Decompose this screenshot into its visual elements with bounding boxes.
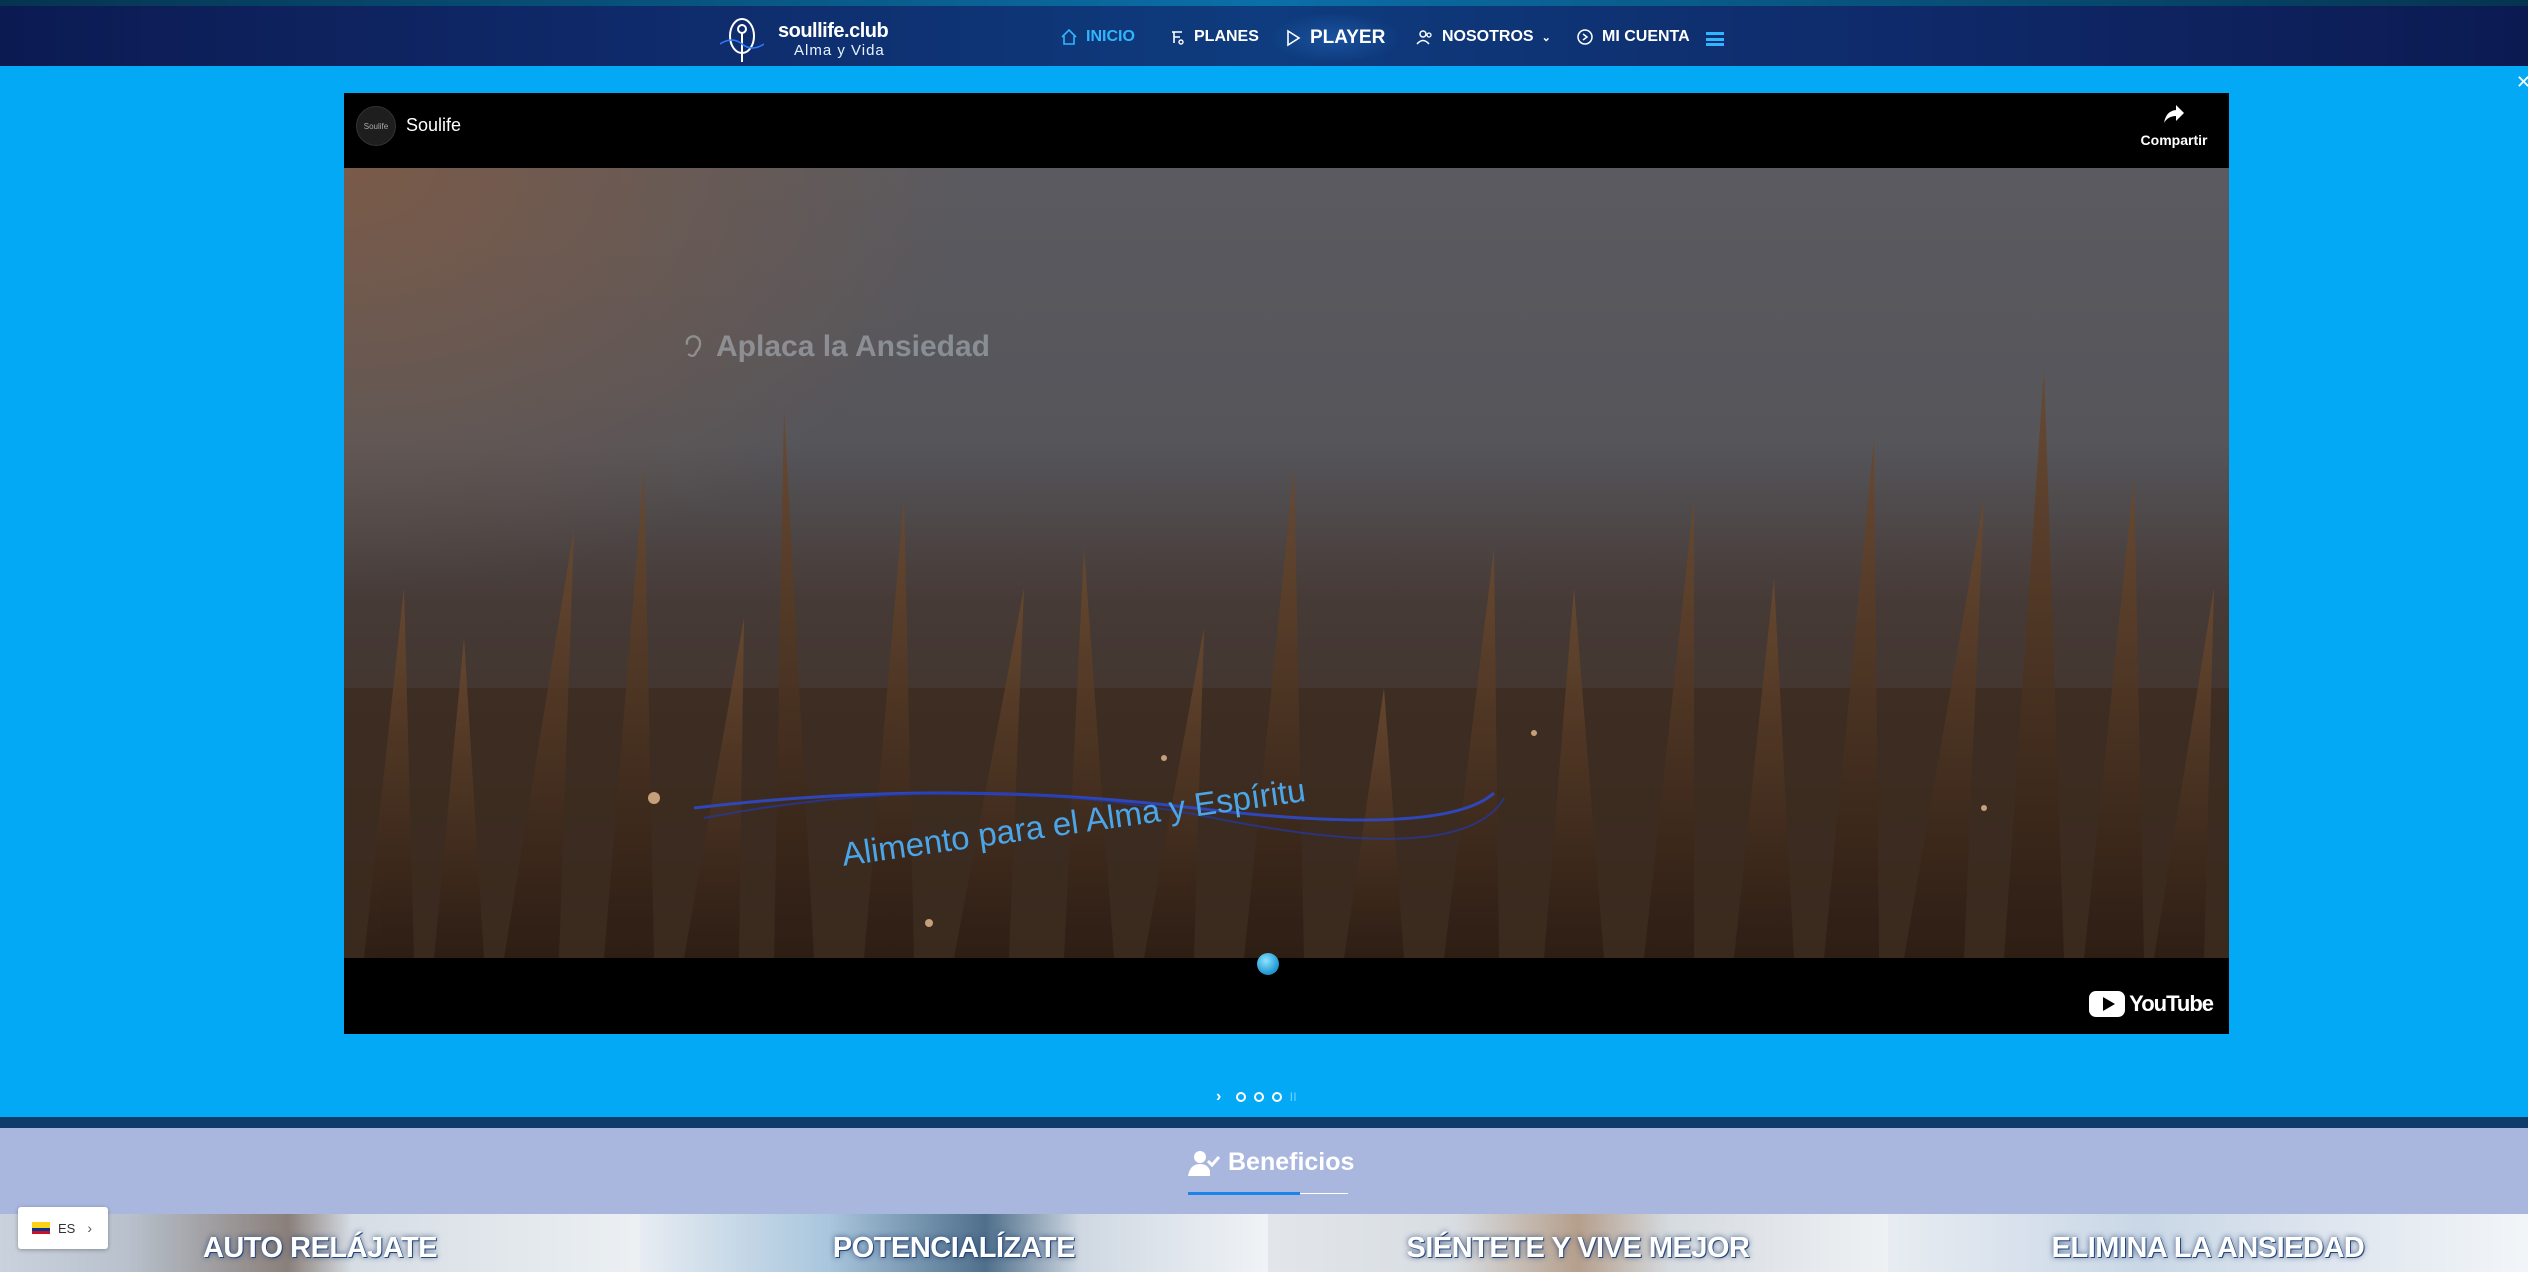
share-button[interactable]: Compartir (2139, 103, 2209, 148)
video-overlay-title-text: Aplaca la Ansiedad (716, 330, 990, 363)
slider-dot-1[interactable] (1236, 1092, 1246, 1102)
benefit-card-sientete[interactable]: SIÉNTETE Y VIVE MEJOR (1268, 1214, 1888, 1272)
benefits-title-text: Beneficios (1228, 1148, 1355, 1176)
youtube-video-embed[interactable]: Soulife Soulife Compartir Aplaca la Ansi… (344, 93, 2229, 1034)
nav-label-nosotros: NOSOTROS (1442, 28, 1534, 45)
nav-item-nosotros[interactable]: NOSOTROS ⌄ (1416, 22, 1551, 52)
close-icon[interactable]: ✕ (2516, 72, 2528, 93)
channel-name[interactable]: Soulife (406, 115, 461, 136)
hamburger-icon[interactable] (1706, 32, 1724, 46)
nav-item-inicio[interactable]: INICIO (1060, 22, 1135, 52)
nav-item-player[interactable]: PLAYER (1272, 14, 1398, 62)
nav-item-planes[interactable]: PLANES (1168, 22, 1259, 52)
benefits-underline-accent (1188, 1192, 1300, 1195)
benefit-card-label: ELIMINA LA ANSIEDAD (2051, 1232, 2365, 1264)
nav-item-mi-cuenta[interactable]: MI CUENTA (1576, 22, 1690, 52)
video-overlay-title: Aplaca la Ansiedad (680, 330, 990, 364)
youtube-logo[interactable]: YouTube (2089, 991, 2214, 1017)
benefit-cards: AUTO RELÁJATE POTENCIALÍZATE SIÉNTETE Y … (0, 1214, 2528, 1272)
language-switcher[interactable]: ES › (18, 1207, 108, 1249)
logo-mark-icon (720, 18, 764, 62)
benefit-card-label: POTENCIALÍZATE (832, 1232, 1076, 1264)
share-label: Compartir (2140, 132, 2208, 148)
music-icon (1172, 31, 1184, 45)
ear-icon (685, 335, 702, 358)
benefits-underline-rest (1300, 1193, 1348, 1194)
slider-pause-icon[interactable]: ll (1290, 1090, 1297, 1104)
video-controls-bar (344, 958, 2229, 1034)
share-icon (2164, 105, 2184, 123)
chevron-down-icon: ⌄ (1541, 31, 1551, 44)
benefits-title: Beneficios (1188, 1148, 1354, 1177)
benefit-card-potencializate[interactable]: POTENCIALÍZATE (640, 1214, 1268, 1272)
chevron-right-icon: › (87, 1220, 93, 1236)
user-check-icon (1188, 1150, 1220, 1176)
flag-icon (32, 1222, 50, 1234)
nav-label-player: PLAYER (1310, 27, 1386, 48)
logo-subtitle: Alma y Vida (794, 42, 885, 59)
slider-dot-3[interactable] (1272, 1092, 1282, 1102)
video-header: Soulife Soulife Compartir (344, 93, 2229, 168)
nav-label-planes: PLANES (1194, 28, 1259, 45)
nav-label-inicio: INICIO (1086, 28, 1135, 45)
channel-avatar[interactable]: Soulife (356, 106, 396, 146)
users-icon (1416, 30, 1432, 45)
home-icon (1061, 28, 1077, 45)
video-frame[interactable]: Aplaca la Ansiedad Alimento para el Alma… (344, 168, 2229, 958)
slider-dot-2[interactable] (1254, 1092, 1264, 1102)
logo-title: soullife.club (778, 20, 889, 42)
section-divider (0, 1117, 2528, 1128)
benefit-card-elimina-ansiedad[interactable]: ELIMINA LA ANSIEDAD (1888, 1214, 2528, 1272)
site-logo[interactable]: soullife.club Alma y Vida (712, 12, 932, 68)
benefit-card-label: SIÉNTETE Y VIVE MEJOR (1406, 1232, 1750, 1264)
grass-scene (344, 368, 2229, 958)
youtube-play-icon (2089, 991, 2126, 1017)
channel-avatar-text: Soulife (363, 121, 389, 131)
account-icon (1577, 29, 1593, 45)
nav-label-mi-cuenta: MI CUENTA (1602, 28, 1690, 45)
video-progress-scrubber[interactable] (1257, 953, 1279, 975)
play-icon (1287, 29, 1301, 47)
top-navigation-bar: soullife.club Alma y Vida INICIO PLANES … (0, 6, 2528, 66)
slider-next-icon[interactable]: › (1216, 1088, 1228, 1106)
youtube-label: YouTube (2129, 991, 2214, 1016)
language-code: ES (58, 1220, 76, 1236)
slider-controls: › ll (1216, 1088, 1297, 1106)
